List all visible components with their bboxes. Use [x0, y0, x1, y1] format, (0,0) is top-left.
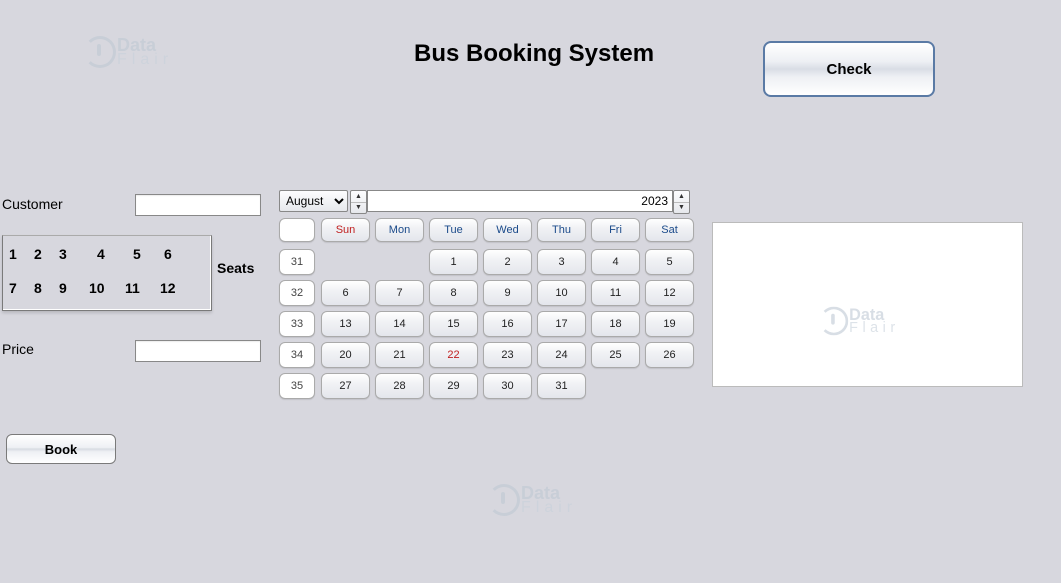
seats-grid: 1 2 3 4 5 6 7 8 9 10 11 12	[2, 235, 212, 311]
day-header-mon: Mon	[375, 218, 424, 242]
seat-cell[interactable]: 5	[133, 246, 141, 262]
day-cell[interactable]: 25	[591, 342, 640, 368]
chevron-down-icon[interactable]: ▼	[351, 203, 366, 214]
chevron-down-icon[interactable]: ▼	[674, 203, 689, 214]
day-cell[interactable]: 17	[537, 311, 586, 337]
watermark: DataFlair	[819, 307, 899, 336]
day-cell[interactable]: 8	[429, 280, 478, 306]
chevron-up-icon[interactable]: ▲	[674, 191, 689, 203]
week-header-blank	[279, 218, 315, 242]
week-number: 31	[279, 249, 315, 275]
seat-cell[interactable]: 11	[125, 280, 140, 296]
day-cell[interactable]: 19	[645, 311, 694, 337]
day-cell[interactable]: 13	[321, 311, 370, 337]
week-number: 33	[279, 311, 315, 337]
seat-cell[interactable]: 12	[160, 280, 176, 296]
year-spinner[interactable]: ▲ ▼	[673, 190, 690, 214]
day-cell[interactable]: 29	[429, 373, 478, 399]
month-select[interactable]: August	[279, 190, 348, 212]
day-cell[interactable]: 11	[591, 280, 640, 306]
price-input[interactable]	[135, 340, 261, 362]
seats-label: Seats	[217, 260, 254, 276]
week-number: 34	[279, 342, 315, 368]
day-cell[interactable]: 21	[375, 342, 424, 368]
day-cell[interactable]: 31	[537, 373, 586, 399]
day-cell[interactable]: 12	[645, 280, 694, 306]
seat-cell[interactable]: 10	[89, 280, 105, 296]
seat-cell[interactable]: 9	[59, 280, 67, 296]
seat-cell[interactable]: 1	[9, 246, 17, 262]
day-header-tue: Tue	[429, 218, 478, 242]
day-cell[interactable]: 9	[483, 280, 532, 306]
day-cell[interactable]: 2	[483, 249, 532, 275]
day-cell[interactable]: 24	[537, 342, 586, 368]
day-cell[interactable]: 7	[375, 280, 424, 306]
day-cell[interactable]: 1	[429, 249, 478, 275]
day-cell[interactable]: 23	[483, 342, 532, 368]
day-cell[interactable]: 16	[483, 311, 532, 337]
day-cell[interactable]: 27	[321, 373, 370, 399]
year-display: 2023	[367, 190, 673, 212]
day-cell[interactable]: 10	[537, 280, 586, 306]
seat-cell[interactable]: 3	[59, 246, 67, 262]
page-title: Bus Booking System	[414, 40, 654, 68]
customer-label: Customer	[2, 196, 63, 212]
day-cell[interactable]: 4	[591, 249, 640, 275]
watermark: DataFlair	[488, 484, 577, 516]
seat-cell[interactable]: 4	[97, 246, 105, 262]
day-cell[interactable]: 30	[483, 373, 532, 399]
day-header-fri: Fri	[591, 218, 640, 242]
book-button[interactable]: Book	[6, 434, 116, 464]
seat-cell[interactable]: 7	[9, 280, 17, 296]
day-header-sun: Sun	[321, 218, 370, 242]
day-cell[interactable]: 5	[645, 249, 694, 275]
seat-cell[interactable]: 2	[34, 246, 42, 262]
day-cell[interactable]: 6	[321, 280, 370, 306]
day-cell[interactable]: 22	[429, 342, 478, 368]
customer-input[interactable]	[135, 194, 261, 216]
day-cell[interactable]: 3	[537, 249, 586, 275]
day-header-thu: Thu	[537, 218, 586, 242]
check-button[interactable]: Check	[763, 41, 935, 97]
watermark: DataFlair	[84, 36, 173, 68]
day-cell[interactable]: 28	[375, 373, 424, 399]
price-label: Price	[2, 341, 34, 357]
week-number: 32	[279, 280, 315, 306]
day-header-sat: Sat	[645, 218, 694, 242]
day-cell[interactable]: 20	[321, 342, 370, 368]
seat-cell[interactable]: 8	[34, 280, 42, 296]
chevron-up-icon[interactable]: ▲	[351, 191, 366, 203]
day-cell[interactable]: 26	[645, 342, 694, 368]
month-spinner[interactable]: ▲ ▼	[350, 190, 367, 214]
day-cell[interactable]: 18	[591, 311, 640, 337]
day-cell[interactable]: 15	[429, 311, 478, 337]
result-panel: DataFlair	[712, 222, 1023, 387]
week-number: 35	[279, 373, 315, 399]
day-header-wed: Wed	[483, 218, 532, 242]
seat-cell[interactable]: 6	[164, 246, 172, 262]
day-cell[interactable]: 14	[375, 311, 424, 337]
